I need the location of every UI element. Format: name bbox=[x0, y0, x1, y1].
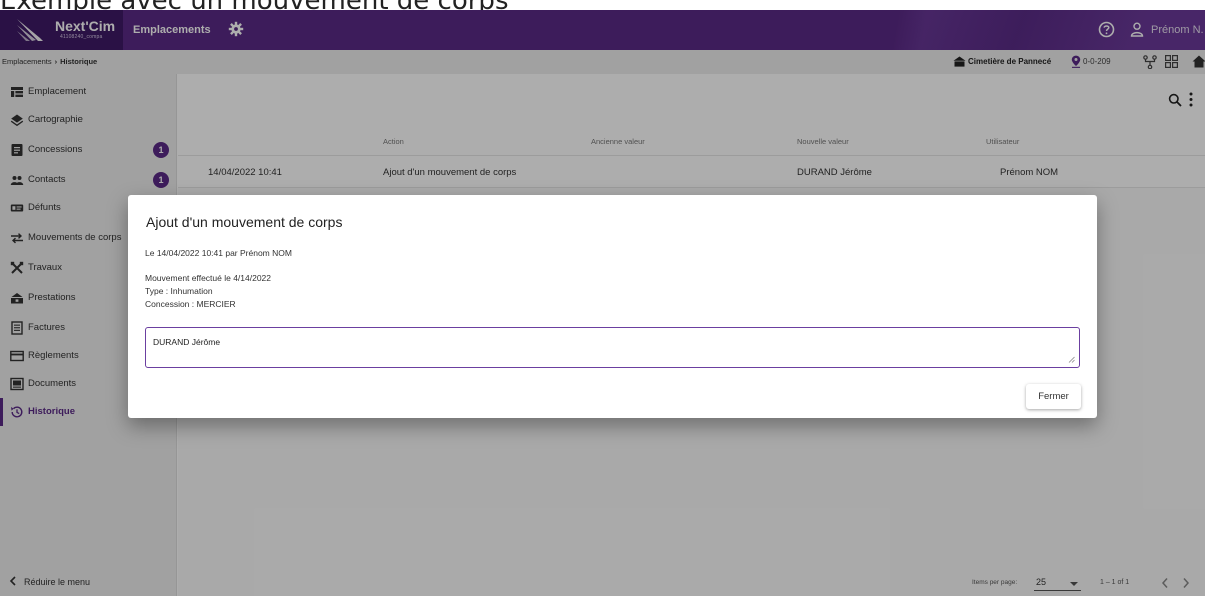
dialog-detail-line: Concession : MERCIER bbox=[145, 299, 236, 309]
app-root: Exemple avec un mouvement de corps Next'… bbox=[0, 0, 1205, 596]
textarea-value: DURAND Jérôme bbox=[153, 337, 221, 347]
screenshot-caption: Exemple avec un mouvement de corps bbox=[0, 0, 700, 10]
resize-handle-icon[interactable] bbox=[1068, 356, 1075, 363]
new-value-textarea[interactable]: DURAND Jérôme bbox=[145, 327, 1080, 368]
dialog-title: Ajout d'un mouvement de corps bbox=[146, 214, 343, 230]
dialog-detail-line: Type : Inhumation bbox=[145, 286, 213, 296]
dialog-detail-line: Mouvement effectué le 4/14/2022 bbox=[145, 273, 272, 283]
history-detail-dialog: Ajout d'un mouvement de corps Le 14/04/2… bbox=[128, 195, 1097, 418]
dialog-meta: Le 14/04/2022 10:41 par Prénom NOM bbox=[145, 248, 292, 258]
close-button[interactable]: Fermer bbox=[1026, 384, 1081, 409]
